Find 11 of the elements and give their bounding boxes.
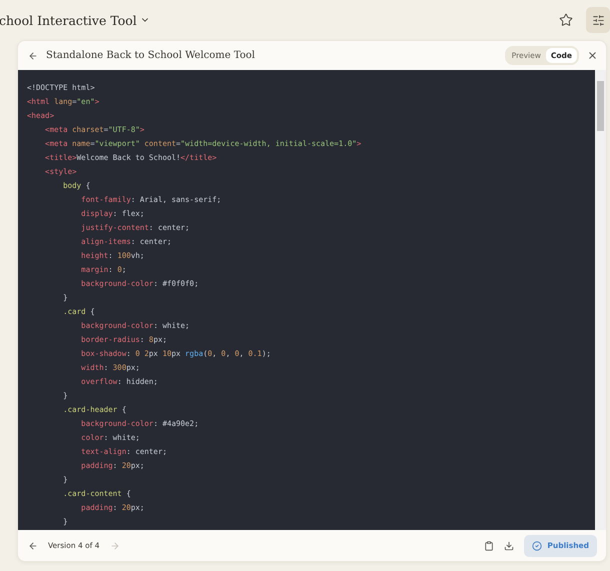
panel-title: Standalone Back to School Welcome Tool bbox=[46, 50, 256, 61]
back-arrow-icon[interactable] bbox=[28, 50, 38, 60]
clipboard-icon[interactable] bbox=[484, 540, 494, 550]
close-icon[interactable] bbox=[587, 50, 598, 61]
check-circle-icon bbox=[532, 540, 542, 550]
scrollbar[interactable] bbox=[595, 70, 606, 530]
settings-button[interactable] bbox=[586, 7, 610, 33]
download-icon[interactable] bbox=[504, 540, 514, 550]
star-icon bbox=[559, 13, 573, 27]
previous-version-icon[interactable] bbox=[28, 540, 38, 550]
sliders-icon bbox=[592, 14, 604, 26]
